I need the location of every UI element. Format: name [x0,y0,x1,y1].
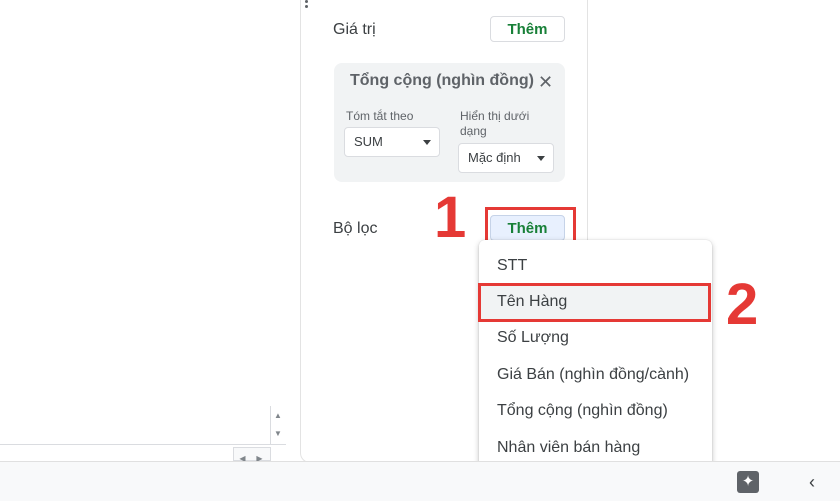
filters-section-label: Bộ lọc [333,220,378,237]
dropdown-caret-icon [423,140,431,145]
sheet-bottom-divider [0,444,286,445]
show-as-label-line2: dạng [460,124,487,138]
step2-number: 2 [726,272,759,337]
drag-handle-icon[interactable] [305,0,309,14]
menu-item-tong-cong[interactable]: Tổng cộng (nghìn đồng) [479,393,712,429]
sheet-bottom-bar [0,461,840,501]
step2-highlight-box [478,283,711,322]
step1-number: 1 [434,185,467,250]
menu-item-gia-ban[interactable]: Giá Bán (nghìn đồng/cành) [479,357,712,393]
show-as-select[interactable]: Mặc định [458,143,554,173]
summarize-by-select[interactable]: SUM [344,127,440,157]
values-section-label: Giá trị [333,21,376,38]
show-as-label: Hiển thị dưới dạng [460,109,529,139]
summarize-by-value: SUM [354,134,383,149]
close-icon[interactable]: ✕ [538,73,553,91]
scroll-down-arrow-icon[interactable]: ▼ [273,428,283,440]
value-field-title: Tổng cộng (nghìn đồng) [350,72,534,89]
summarize-by-label: Tóm tắt theo [346,109,414,123]
chevron-left-icon[interactable]: ‹ [804,472,820,492]
menu-item-stt[interactable]: STT [479,248,712,284]
explore-sparkle-icon[interactable]: ✦ [737,471,759,493]
scroll-up-arrow-icon[interactable]: ▲ [273,410,283,422]
vertical-scrollbar[interactable]: ▲ ▼ [270,406,285,444]
dropdown-caret-icon [537,156,545,161]
show-as-label-line1: Hiển thị dưới [460,109,530,123]
filter-field-dropdown-menu: STT Tên Hàng Số Lượng Giá Bán (nghìn đồn… [479,240,712,476]
sheet-grid-area[interactable] [0,0,300,460]
add-value-button[interactable]: Thêm [490,16,565,42]
value-field-card: Tổng cộng (nghìn đồng) ✕ Tóm tắt theo SU… [334,63,565,182]
menu-item-so-luong[interactable]: Số Lượng [479,320,712,356]
show-as-value: Mặc định [468,150,521,165]
horizontal-scroll-buttons[interactable]: ◀ ▶ [233,447,271,463]
